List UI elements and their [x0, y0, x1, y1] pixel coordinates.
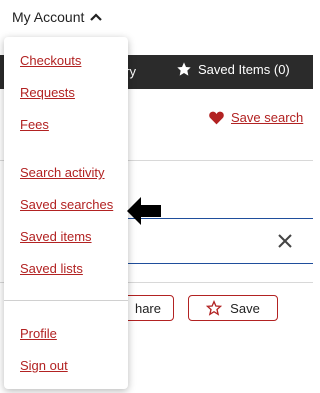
- save-label: Save: [230, 300, 260, 316]
- star-icon: [177, 62, 191, 76]
- saved-items-label: Saved Items (0): [198, 61, 290, 77]
- menu-item-requests[interactable]: Requests: [20, 85, 75, 100]
- menu-divider: [4, 300, 128, 301]
- menu-item-checkouts[interactable]: Checkouts: [20, 53, 81, 68]
- menu-item-saved-items[interactable]: Saved items: [20, 229, 92, 244]
- heart-icon: [209, 111, 224, 125]
- star-outline-icon: [206, 300, 223, 316]
- arrow-left-icon: [127, 197, 161, 225]
- save-search-link[interactable]: Save search: [208, 110, 303, 125]
- save-button[interactable]: Save: [188, 295, 278, 321]
- menu-item-fees[interactable]: Fees: [20, 117, 49, 132]
- menu-item-saved-lists[interactable]: Saved lists: [20, 261, 83, 276]
- save-search-label: Save search: [231, 110, 304, 125]
- menu-item-saved-searches[interactable]: Saved searches: [20, 197, 113, 212]
- share-label: hare: [134, 300, 161, 316]
- saved-items-link[interactable]: Saved Items (0): [176, 61, 290, 77]
- menu-item-search-activity[interactable]: Search activity: [20, 165, 105, 180]
- account-dropdown-menu: Checkouts Requests Fees Search activity …: [4, 37, 128, 389]
- chevron-up-icon: [90, 13, 103, 21]
- close-icon[interactable]: [276, 232, 294, 250]
- menu-item-profile[interactable]: Profile: [20, 326, 57, 341]
- my-account-button[interactable]: My Account: [12, 9, 103, 25]
- my-account-label: My Account: [12, 9, 85, 25]
- menu-item-sign-out[interactable]: Sign out: [20, 358, 68, 373]
